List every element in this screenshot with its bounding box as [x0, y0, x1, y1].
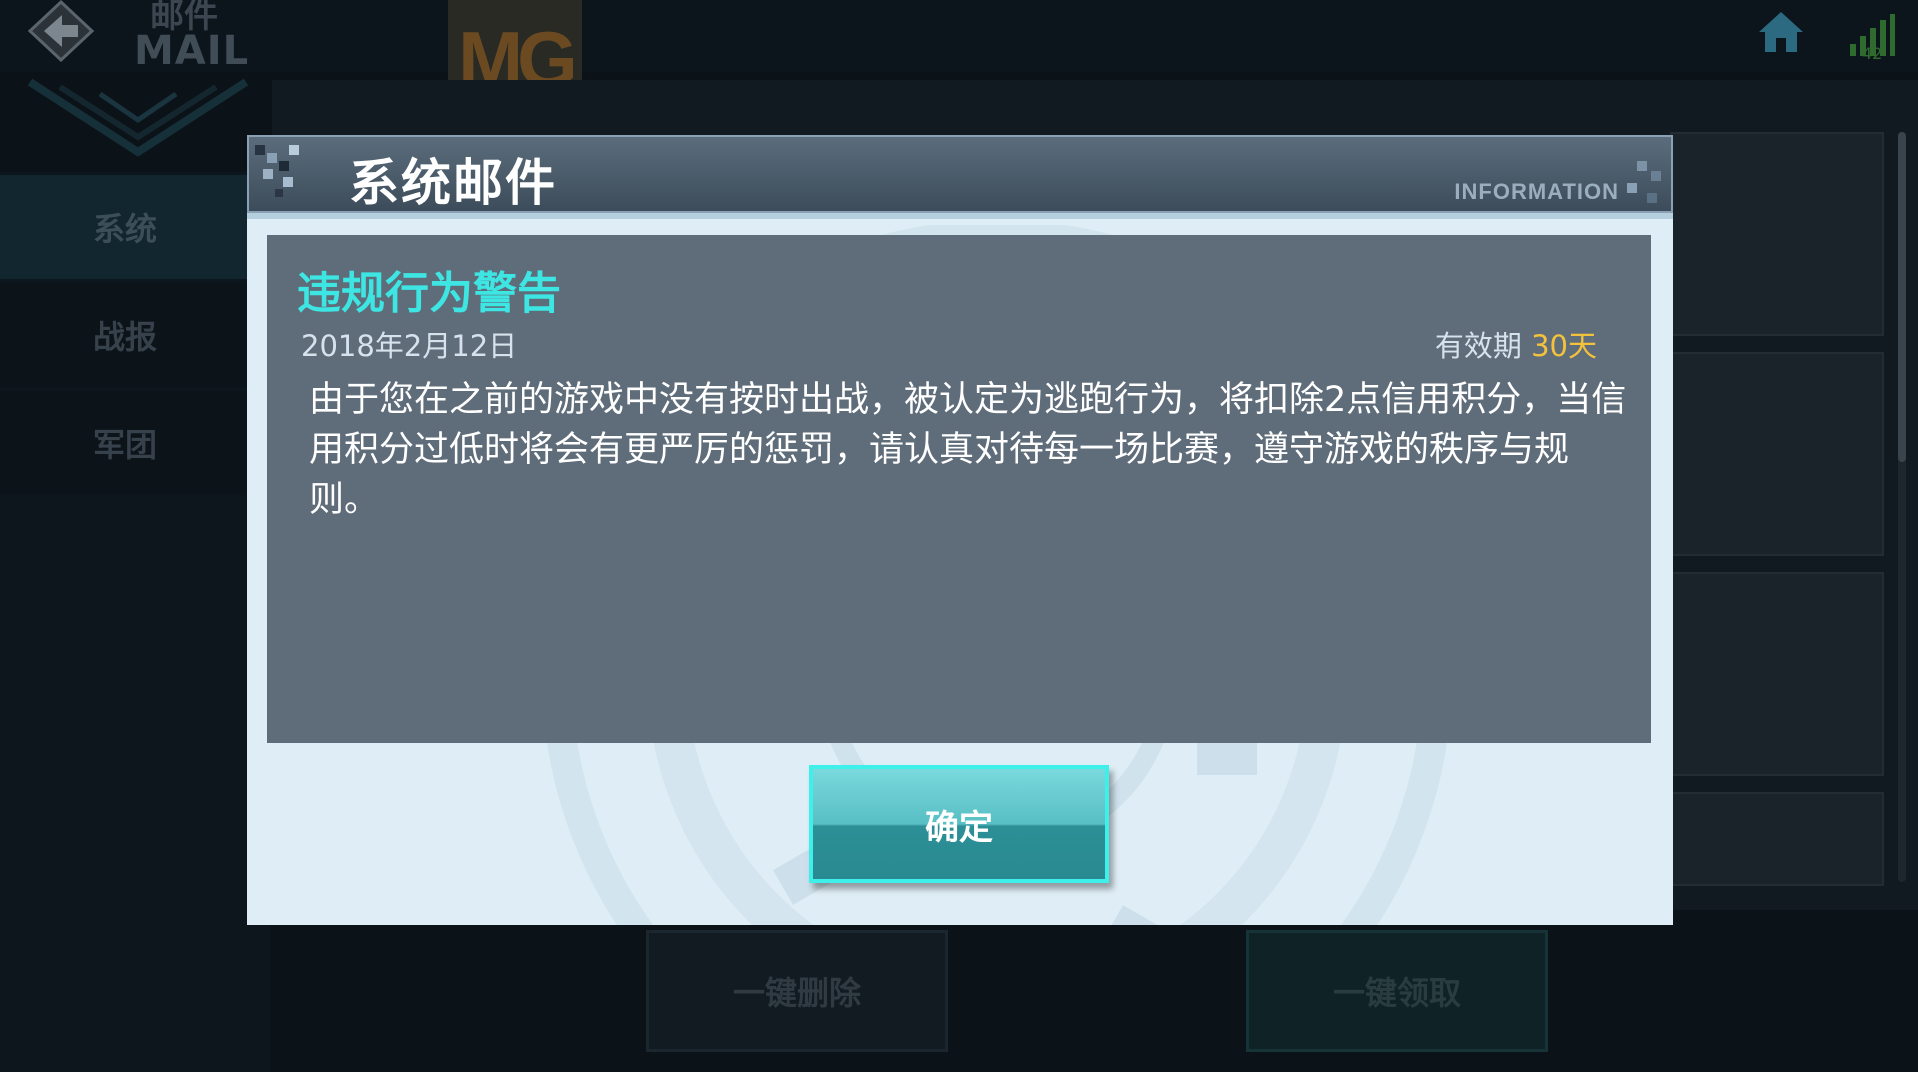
chevron-decoration-icon	[10, 72, 270, 172]
information-label: INFORMATION	[1454, 179, 1619, 204]
ping-value: 42	[1862, 44, 1883, 63]
sidebar-item-label: 战报	[92, 318, 157, 356]
validity-days: 30天	[1531, 329, 1597, 363]
message-date: 2018年2月12日	[301, 329, 518, 363]
mail-list-item[interactable]	[1670, 352, 1884, 556]
validity-period: 有效期 30天	[1435, 323, 1597, 365]
system-mail-dialog: 系统邮件 INFORMATION 违规行为警告 2018年2月12日 有效期 3…	[247, 135, 1673, 925]
mail-list-item[interactable]	[1670, 792, 1884, 886]
mail-list-item[interactable]	[1670, 132, 1884, 336]
sidebar-item-system[interactable]: 系统	[0, 175, 250, 279]
header-divider	[247, 213, 1673, 219]
top-bar	[0, 0, 1918, 72]
home-icon[interactable]	[1757, 10, 1805, 54]
confirm-button[interactable]: 确定	[809, 765, 1109, 883]
sidebar-item-legion[interactable]: 军团	[0, 391, 250, 495]
pixel-decoration-icon	[253, 141, 313, 205]
scrollbar-thumb[interactable]	[1898, 132, 1906, 462]
dialog-title: 系统邮件	[349, 154, 557, 212]
message-title: 违规行为警告	[297, 268, 561, 319]
message-body: 由于您在之前的游戏中没有按时出战，被认定为逃跑行为，将扣除2点信用积分，当信用积…	[309, 380, 1627, 520]
delete-all-button[interactable]: 一键删除	[646, 930, 948, 1052]
dialog-header: 系统邮件 INFORMATION	[247, 135, 1673, 213]
sidebar-item-battle-report[interactable]: 战报	[0, 283, 250, 387]
pixel-decoration-icon	[1607, 157, 1667, 211]
sidebar-item-label: 军团	[92, 426, 157, 464]
validity-label: 有效期	[1434, 329, 1522, 363]
back-arrow-icon[interactable]	[22, 0, 100, 63]
sidebar-item-label: 系统	[92, 210, 157, 248]
page-title-en: MAIL	[134, 28, 250, 74]
sidebar: 系统 战报 军团	[0, 172, 270, 1072]
message-panel: 违规行为警告 2018年2月12日 有效期 30天 由于您在之前的游戏中没有按时…	[267, 235, 1651, 743]
mail-list-item[interactable]	[1670, 572, 1884, 776]
claim-all-button[interactable]: 一键领取	[1246, 930, 1548, 1052]
